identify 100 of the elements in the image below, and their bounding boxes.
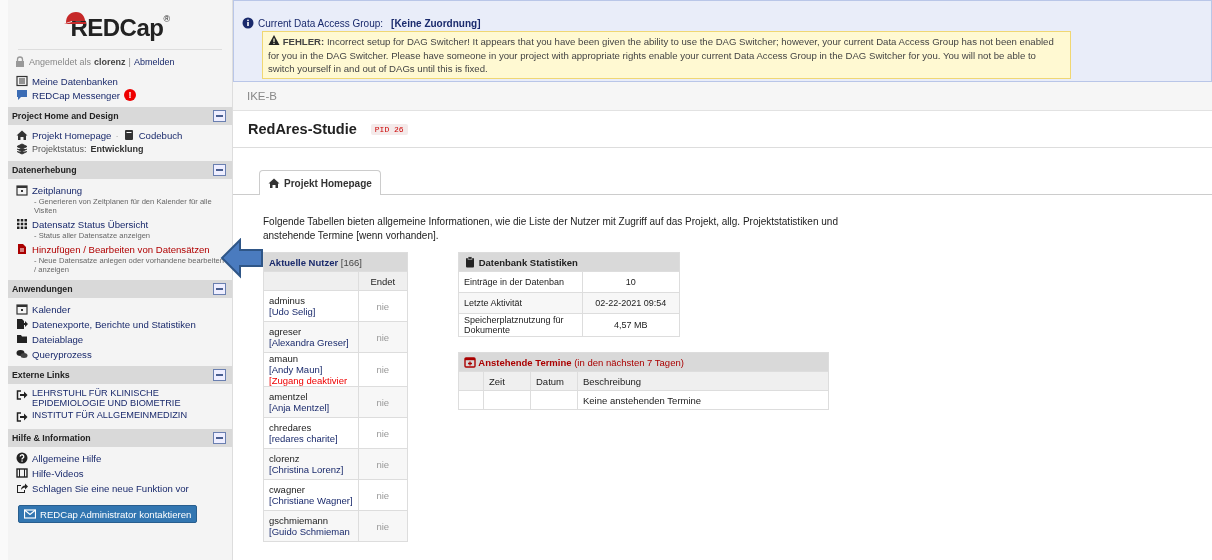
- sidebar-link[interactable]: Allgemeine Hilfe: [32, 452, 102, 464]
- intro-text: Folgende Tabellen bieten allgemeine Informationen, wie die Liste der Nutzer mit Zugriff auf das Projekt, allg. Projektstatistiken und anstehende Termine [wenn vorhanden].: [263, 215, 839, 242]
- access-disabled-note: [Zugang deaktivier: [269, 375, 349, 386]
- sidebar-link[interactable]: Schlagen Sie eine neue Funktion vor: [32, 482, 189, 494]
- warning-icon: [268, 34, 280, 46]
- table-cell: nie: [358, 290, 408, 322]
- sidebar-link[interactable]: Kalender: [32, 303, 71, 315]
- error-message: FEHLER: Incorrect setup for DAG Switcher! It appears that you have been given the ability to use the DAG Switcher; however, your current Data Access Group has not been enabled for you in the DAG Switcher. Please have someone in your project with appropriate rights enable your current Data Access Group in the DAG Switcher for you. You will not be able to switch yourself in and out of DAGs until this is fixed.: [262, 31, 1071, 79]
- sidebar-link[interactable]: Codebuch: [138, 129, 183, 141]
- contact-admin-button[interactable]: REDCap Administrator kontaktieren: [18, 505, 198, 523]
- user-full-name: [Christiane Wagner]: [269, 495, 353, 506]
- dag-value: [Keine Zuordnung]: [391, 17, 481, 29]
- table-cell: 10: [582, 271, 680, 293]
- username: amentzel: [269, 391, 309, 402]
- envelope-icon: [24, 508, 36, 520]
- calendar-icon: [16, 303, 28, 315]
- table-cell: nie: [358, 479, 408, 511]
- sidebar-link[interactable]: REDCap Messenger: [32, 89, 120, 101]
- table-cell: nie: [358, 352, 408, 387]
- sidebar-link[interactable]: Datensatz Status Übersicht: [32, 218, 149, 230]
- username: amaun: [269, 353, 300, 364]
- separator: ·: [115, 129, 119, 141]
- question-icon: [16, 452, 28, 464]
- external-link[interactable]: LEHRSTUHL FÜR KLINISCHE EPIDEMIOLOGIE UND BIOMETRIE: [32, 388, 224, 408]
- dag-label: Current Data Access Group:: [258, 17, 384, 29]
- home-icon: [268, 177, 280, 189]
- username: agreser: [269, 326, 303, 337]
- section-title: Project Home and Design: [12, 111, 119, 121]
- username: gschmiemann: [269, 515, 330, 526]
- lock-icon: [14, 56, 26, 68]
- user-full-name: [Andy Maun]: [269, 364, 324, 375]
- table-cell: nie: [358, 417, 408, 449]
- project-id-badge: PID 26: [370, 123, 408, 135]
- section-title: Hilfe & Information: [12, 433, 91, 443]
- calendar-plus-icon: [464, 356, 476, 368]
- user-full-name: [Guido Schmieman: [269, 526, 351, 537]
- status-label: Projektstatus:: [32, 144, 87, 154]
- sidebar-link[interactable]: Queryprozess: [32, 348, 92, 360]
- user-full-name: [Anja Mentzel]: [269, 402, 331, 413]
- clipboard-icon: [464, 256, 476, 268]
- tab[interactable]: Projekt Homepage: [259, 170, 381, 195]
- logout-link[interactable]: Abmelden: [133, 57, 175, 67]
- file-arrow-icon: [16, 318, 28, 330]
- sidebar-link[interactable]: Projekt Homepage: [32, 129, 112, 141]
- table-cell: nie: [358, 386, 408, 418]
- separator: |: [128, 57, 131, 67]
- user-count: [166]: [340, 256, 362, 268]
- user-full-name: [Alexandra Greser]: [269, 337, 350, 348]
- collapse-toggle[interactable]: [213, 369, 226, 381]
- sidebar-link[interactable]: Datenexporte, Berichte und Statistiken: [32, 318, 196, 330]
- section-title: Anwendungen: [12, 284, 73, 294]
- username: clorenz: [94, 57, 126, 67]
- sidebar-link[interactable]: Hinzufügen / Bearbeiten von Datensätzen: [32, 243, 210, 255]
- info-icon: [242, 17, 254, 29]
- collapse-toggle[interactable]: [213, 432, 226, 444]
- project-title: RedAres-Studie: [248, 121, 357, 137]
- grid-icon: [16, 218, 28, 230]
- table-cell: 4,57 MB: [582, 313, 680, 337]
- username: chredares: [269, 422, 313, 433]
- list-icon: [16, 75, 28, 87]
- breadcrumb: IKE-B: [247, 90, 278, 102]
- calendar-icon: [16, 184, 28, 196]
- document-icon: [16, 243, 28, 255]
- table-cell: Einträge in der Datenban: [458, 271, 582, 293]
- section-title: Datenerhebung: [12, 165, 77, 175]
- film-icon: [16, 467, 28, 479]
- username: clorenz: [269, 453, 301, 464]
- book-icon: [122, 129, 135, 141]
- table-cell: nie: [358, 321, 408, 353]
- table-subtitle: (in den nächsten 7 Tagen): [574, 357, 684, 368]
- chat-bubble-icon: [16, 89, 28, 101]
- collapse-toggle[interactable]: [213, 110, 226, 122]
- home-icon: [16, 129, 28, 141]
- sidebar-link[interactable]: Dateiablage: [32, 333, 84, 345]
- logo: REDCap$^{®}$: [70, 14, 170, 42]
- collapse-toggle[interactable]: [213, 164, 226, 176]
- sidebar-link[interactable]: Zeitplanung: [32, 184, 83, 196]
- folder-icon: [16, 333, 28, 345]
- external-link[interactable]: INSTITUT FÜR ALLGEMEINMEDIZIN: [32, 410, 187, 420]
- arrow-box-icon: [16, 389, 28, 401]
- user-full-name: [Udo Selig]: [269, 306, 317, 317]
- sidebar-link[interactable]: Meine Datenbanken: [32, 75, 118, 87]
- status-value: Entwicklung: [90, 144, 144, 154]
- table-cell: nie: [358, 510, 408, 542]
- collapse-toggle[interactable]: [213, 283, 226, 295]
- sidebar-link[interactable]: Hilfe-Videos: [32, 467, 84, 479]
- username: adminus: [269, 295, 306, 306]
- empty-message: Keine anstehenden Termine: [577, 390, 829, 410]
- login-label: Angemeldet als: [29, 57, 92, 67]
- table-cell: Letzte Aktivität: [458, 292, 582, 314]
- notification-badge: !: [124, 89, 136, 101]
- user-full-name: [redares charite]: [269, 433, 339, 444]
- username: cwagner: [269, 484, 306, 495]
- chat-bubbles-icon: [16, 348, 28, 360]
- share-icon: [16, 482, 28, 494]
- table-cell: Speicherplatznutzung für Dokumente: [458, 313, 582, 337]
- arrow-box-icon: [16, 411, 28, 423]
- table-title: Aktuelle Nutzer: [269, 256, 339, 268]
- layers-icon: [16, 143, 28, 155]
- user-full-name: [Christina Lorenz]: [269, 464, 345, 475]
